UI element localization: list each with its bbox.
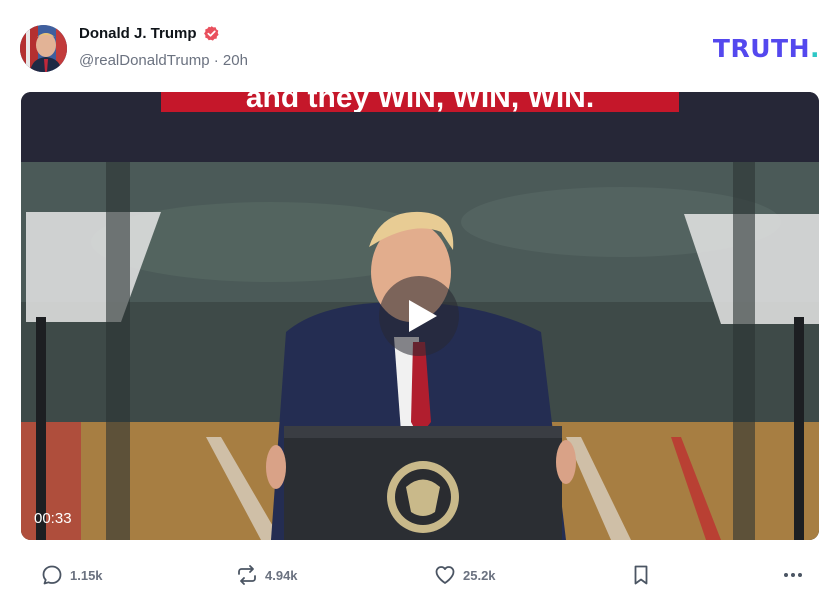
author-handle[interactable]: @realDonaldTrump	[79, 52, 210, 69]
video-caption-banner: and they WIN, WIN, WIN.	[161, 92, 679, 112]
heart-icon	[435, 566, 455, 584]
meta-separator: ·	[213, 52, 219, 69]
like-button[interactable]: 25.2k	[433, 558, 496, 592]
like-count: 25.2k	[463, 567, 496, 583]
more-options-icon	[784, 573, 802, 577]
post-timestamp[interactable]: 20h	[223, 52, 248, 69]
bookmark-icon	[634, 565, 648, 585]
repost-icon	[238, 565, 256, 585]
truth-logo[interactable]: TRUTH.	[713, 34, 820, 63]
truth-logo-dot: .	[810, 34, 820, 63]
verified-badge-icon	[203, 25, 220, 42]
more-options-button[interactable]	[781, 558, 805, 592]
author-meta: @realDonaldTrump · 20h	[79, 52, 248, 69]
author-display-name[interactable]: Donald J. Trump	[79, 25, 197, 42]
post-action-bar: 1.15k 4.94k 25.2k	[21, 558, 819, 592]
reply-count: 1.15k	[70, 567, 103, 583]
video-duration: 00:33	[34, 510, 72, 527]
video-player[interactable]: and they WIN, WIN, WIN. 00:33	[21, 92, 819, 540]
truth-logo-text: TRUTH	[712, 34, 810, 63]
video-caption-text: and they WIN, WIN, WIN.	[245, 92, 595, 112]
author-name-row: Donald J. Trump	[79, 25, 220, 42]
play-icon	[409, 300, 437, 332]
reply-icon	[42, 565, 62, 585]
bookmark-button[interactable]	[629, 558, 653, 592]
reply-button[interactable]: 1.15k	[40, 558, 103, 592]
repost-count: 4.94k	[265, 567, 298, 583]
repost-button[interactable]: 4.94k	[235, 558, 298, 592]
play-button[interactable]	[379, 276, 459, 356]
avatar[interactable]	[20, 25, 67, 72]
post-header: Donald J. Trump @realDonaldTrump · 20h T…	[20, 22, 820, 74]
